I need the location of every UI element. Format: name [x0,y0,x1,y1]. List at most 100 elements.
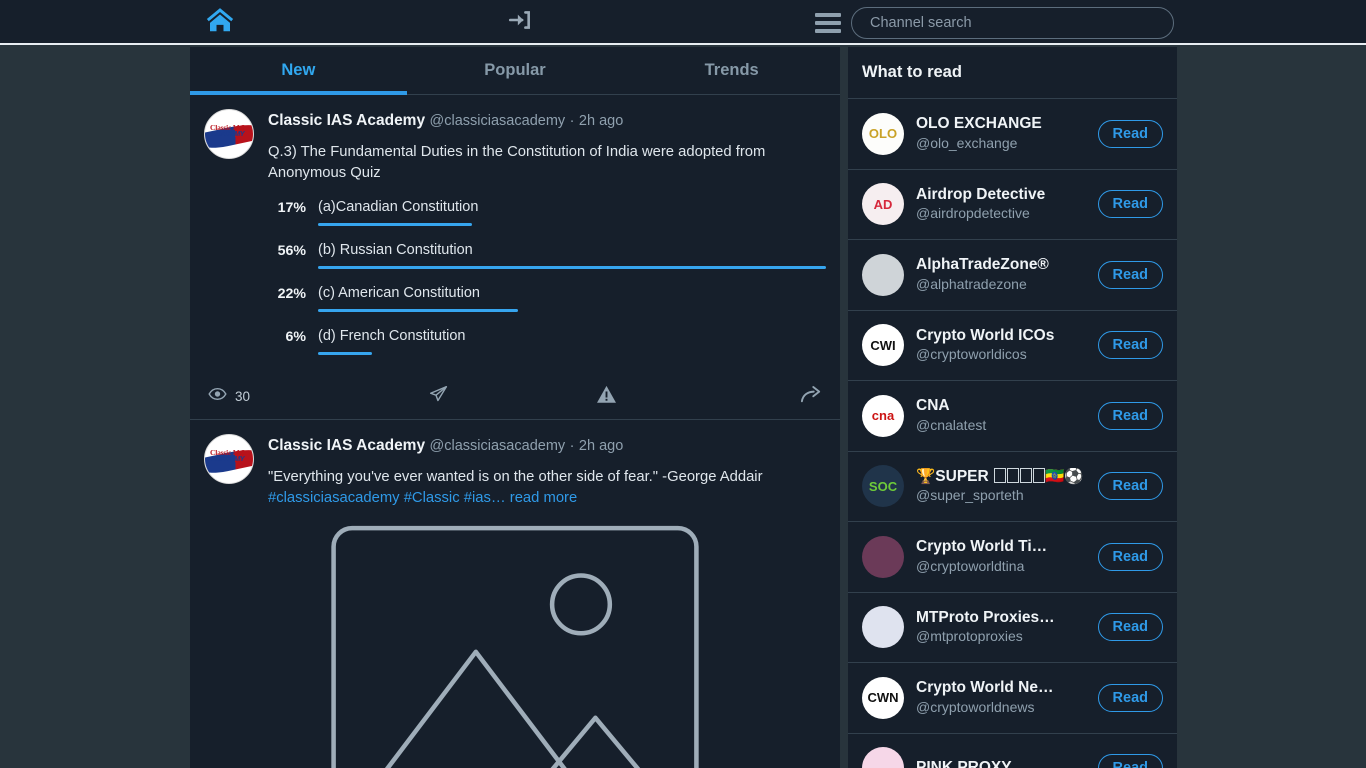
telegram-send-icon [428,384,449,409]
views-count-label: 30 [235,389,251,405]
read-button[interactable]: Read [1097,401,1163,430]
post-item: Classic IAS ACADEMY Classic IAS Academy … [190,420,840,768]
channel-recommendation-item[interactable]: PINK PROXY Read [848,734,1177,768]
channel-recommendation-item[interactable]: MTProto Proxies… @mtprotoproxies Read [848,593,1177,663]
pink-proxy-avatar[interactable] [862,747,904,768]
channel-recommendation-item[interactable]: Crypto World Ti… @cryptoworldtina Read [848,522,1177,593]
read-button[interactable]: Read [1097,260,1163,289]
channel-handle: @cnalatest [916,416,987,433]
poll-percent: 56% [277,242,306,259]
channel-recommendation-item[interactable]: cna CNA @cnalatest Read [848,381,1177,452]
poll: 17% (a)Canadian Constitution 56% (b) Rus… [268,199,826,355]
channel-recommendation-item[interactable]: CWI Crypto World ICOs @cryptoworldicos Read [848,311,1177,381]
hamburger-menu-button[interactable] [810,0,846,45]
post-timestamp: 2h ago [578,113,624,129]
image-placeholder-icon [275,524,755,768]
meta-separator: · [569,113,575,129]
share-arrow-icon [800,384,822,409]
tab-trends[interactable]: Trends [623,47,840,94]
read-button[interactable]: Read [1097,331,1163,360]
panel-title: What to read [848,47,1177,99]
cna-avatar[interactable]: cna [862,394,904,437]
channel-recommendation-item[interactable]: CWN Crypto World Ne… @cryptoworldnews Read [848,663,1177,734]
poll-percent: 6% [285,328,306,345]
home-button[interactable] [190,0,250,45]
post-header: Classic IAS ACADEMY Classic IAS Academy … [190,433,840,510]
channel-name: Crypto World Ti… [916,538,1048,556]
read-button[interactable]: Read [1097,119,1163,148]
channel-recommendation-item[interactable]: OLO OLO EXCHANGE @olo_exchange Read [848,99,1177,170]
super-sporteth-avatar[interactable]: SOC [862,465,904,508]
poll-track [318,222,826,226]
alphatradezone-avatar[interactable] [862,253,904,296]
channel-text: Crypto World ICOs @cryptoworldicos [916,327,1090,364]
share-button[interactable] [768,384,822,409]
post-media[interactable] [275,526,755,768]
tab-popular-label: Popular [484,61,546,79]
mtproto-proxies-avatar[interactable] [862,606,904,649]
send-button[interactable] [408,384,588,409]
what-to-read-panel: What to read OLO OLO EXCHANGE @olo_exchang… [848,47,1177,768]
channel-name[interactable]: Classic IAS Academy [268,437,425,454]
post-hashtags[interactable]: #classiciasacademy #Classic #ias… read m… [268,488,826,509]
channel-handle: @cryptoworldicos [916,346,1027,363]
channel-handle[interactable]: @classiciasacademy [430,438,566,454]
missing-glyph-icon [993,467,1006,483]
missing-glyph-icon [1019,467,1032,483]
channel-text: CNA @cnalatest [916,397,1090,434]
airdrop-detective-avatar[interactable]: AD [862,183,904,226]
classic-ias-academy-avatar[interactable]: Classic IAS ACADEMY [204,433,254,484]
poll-option-label: (d) French Constitution [318,327,466,344]
channel-name: PINK PROXY [916,758,1012,768]
read-button[interactable]: Read [1097,472,1163,501]
home-icon [203,5,237,40]
tab-popular[interactable]: Popular [407,47,624,94]
missing-glyph-icon [1006,467,1019,483]
crypto-world-tina-avatar[interactable] [862,535,904,578]
read-button[interactable]: Read [1097,542,1163,571]
channel-text: PINK PROXY [916,759,1090,768]
olo-exchange-avatar[interactable]: OLO [862,112,904,155]
channel-handle: @cryptoworldtina [916,557,1025,574]
read-button[interactable]: Read [1097,683,1163,712]
channel-recommendation-item[interactable]: SOC 🏆SUPER 🇪🇹⚽ @super_sporteth Read [848,452,1177,522]
crypto-world-news-avatar[interactable]: CWN [862,676,904,719]
channel-name: 🏆SUPER 🇪🇹⚽ [916,467,1084,485]
poll-option[interactable]: 22% (c) American Constitution [268,285,826,312]
report-button[interactable] [588,385,768,409]
channel-name: Crypto World ICOs [916,326,1055,344]
channel-name[interactable]: Classic IAS Academy [268,112,425,129]
crypto-world-icos-avatar[interactable]: CWI [862,324,904,367]
channel-name: Airdrop Detective [916,185,1046,203]
channel-name: OLO EXCHANGE [916,115,1042,133]
channel-recommendation-item[interactable]: AlphaTradeZone® @alphatradezone Read [848,240,1177,311]
read-button[interactable]: Read [1097,754,1163,768]
hamburger-menu-icon-bar [815,28,841,33]
missing-glyph-icon [1032,467,1045,483]
avatar-text-secondary: ACADEMY [211,131,245,138]
channel-text: MTProto Proxies… @mtprotoproxies [916,609,1090,646]
post-header: Classic IAS ACADEMY Classic IAS Academy … [190,109,840,371]
poll-option-label: (c) American Constitution [318,284,480,301]
login-button[interactable] [490,0,550,45]
poll-option[interactable]: 56% (b) Russian Constitution [268,242,826,269]
poll-option[interactable]: 17% (a)Canadian Constitution [268,199,826,226]
poll-bar [318,308,518,312]
channel-recommendation-item[interactable]: AD Airdrop Detective @airdropdetective Read [848,170,1177,240]
classic-ias-academy-avatar[interactable]: Classic IAS ACADEMY [204,109,254,159]
report-warning-icon [596,385,617,409]
post-meta: Classic IAS Academy @classiciasacademy ·… [268,109,826,130]
meta-separator: · [569,437,575,454]
read-button[interactable]: Read [1097,190,1163,219]
post-text: Q.3) The Fundamental Duties in the Const… [268,143,766,182]
tab-new[interactable]: New [190,47,407,95]
poll-option-label: (a)Canadian Constitution [318,198,479,215]
post-meta: Classic IAS Academy @classiciasacademy ·… [268,434,826,455]
search-input[interactable] [851,7,1174,39]
poll-bar [318,265,826,269]
read-button[interactable]: Read [1097,613,1163,642]
login-icon [506,7,534,38]
channel-handle[interactable]: @classiciasacademy [430,113,566,129]
channel-name: Crypto World Ne… [916,679,1054,697]
poll-option[interactable]: 6% (d) French Constitution [268,328,826,355]
